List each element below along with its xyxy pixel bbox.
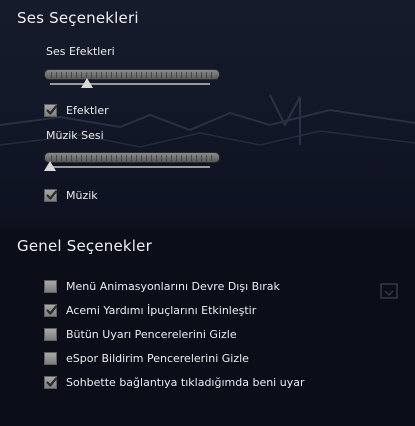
checkmark-icon (46, 376, 58, 387)
slider-thumb[interactable] (44, 161, 56, 171)
general-option-checkbox[interactable] (44, 351, 57, 365)
general-option-checkbox[interactable] (44, 327, 57, 341)
music-volume-label: Müzik Sesi (46, 129, 104, 142)
slider-track[interactable] (44, 69, 220, 80)
effects-volume-slider[interactable] (44, 69, 220, 89)
music-toggle-label: Müzik (66, 188, 98, 202)
music-checkbox[interactable] (44, 188, 58, 202)
general-option-label: Bütün Uyarı Pencerelerini Gizle (66, 327, 237, 341)
slider-track[interactable] (44, 152, 220, 163)
effects-toggle-row[interactable]: Efektler (44, 102, 109, 118)
general-option-row[interactable]: Bütün Uyarı Pencerelerini Gizle (44, 326, 237, 342)
slider-thumb[interactable] (80, 78, 93, 88)
slider-rail (50, 166, 210, 168)
general-option-row[interactable]: eSpor Bildirim Pencerelerini Gizle (44, 350, 249, 366)
checkmark-icon (46, 304, 58, 315)
general-option-row[interactable]: Sohbette bağlantıya tıkladığımda beni uy… (44, 374, 304, 390)
general-option-checkbox[interactable] (44, 303, 58, 317)
effects-volume-label: Ses Efektleri (46, 45, 115, 58)
music-toggle-row[interactable]: Müzik (44, 187, 98, 203)
music-volume-slider[interactable] (44, 152, 220, 172)
general-option-checkbox[interactable] (44, 375, 58, 389)
general-option-label: Acemi Yardımı İpuçlarını Etkinleştir (66, 303, 257, 317)
general-options-title: Genel Seçenekler (17, 237, 152, 255)
general-option-label: Sohbette bağlantıya tıkladığımda beni uy… (66, 375, 305, 389)
checkmark-icon (46, 104, 58, 115)
effects-checkbox[interactable] (44, 103, 58, 117)
effects-toggle-label: Efektler (66, 103, 109, 117)
checkmark-icon (46, 189, 58, 200)
slider-rail (50, 83, 210, 85)
collapse-icon (380, 283, 398, 299)
general-option-label: eSpor Bildirim Pencerelerini Gizle (66, 351, 249, 365)
general-option-checkbox[interactable] (44, 279, 57, 293)
sound-options-title: Ses Seçenekleri (17, 9, 139, 27)
general-option-label: Menü Animasyonlarını Devre Dışı Bırak (66, 279, 280, 293)
general-option-row[interactable]: Acemi Yardımı İpuçlarını Etkinleştir (44, 302, 256, 318)
general-option-row[interactable]: Menü Animasyonlarını Devre Dışı Bırak (44, 278, 280, 294)
